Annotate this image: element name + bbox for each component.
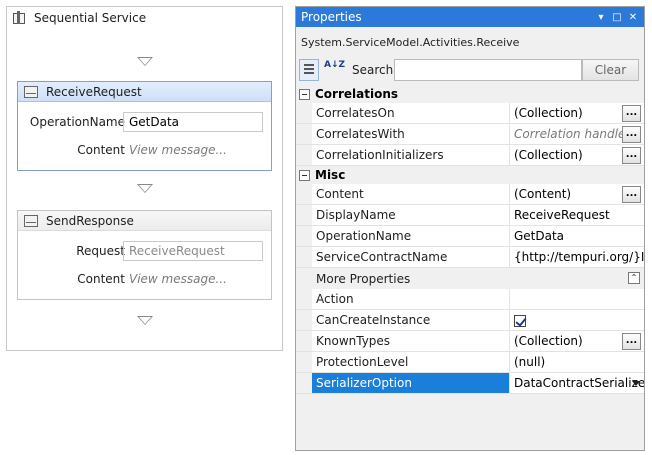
property-name: Content xyxy=(312,184,510,204)
property-row[interactable]: OperationName GetData xyxy=(296,226,644,247)
receive-activity[interactable]: ReceiveRequest OperationName GetData Con… xyxy=(17,81,272,171)
property-name: KnownTypes xyxy=(312,331,510,351)
property-value[interactable]: (null) xyxy=(510,352,644,372)
property-row[interactable]: ProtectionLevel (null) xyxy=(296,352,644,373)
property-name: OperationName xyxy=(312,226,510,246)
property-row[interactable]: KnownTypes (Collection) ... xyxy=(296,331,644,352)
property-row[interactable]: DisplayName ReceiveRequest xyxy=(296,205,644,226)
property-name: DisplayName xyxy=(312,205,510,225)
view-message-link[interactable]: View message... xyxy=(129,143,227,157)
property-name: SerializerOption xyxy=(312,373,510,393)
clear-button[interactable]: Clear xyxy=(582,59,639,81)
sequence-title: Sequential Service xyxy=(34,11,147,25)
drop-target-arrow[interactable] xyxy=(137,57,153,66)
category-label: Correlations xyxy=(315,87,399,101)
property-name: CorrelationInitializers xyxy=(312,145,510,165)
property-name: Action xyxy=(312,289,510,309)
property-row[interactable]: Content (Content) ... xyxy=(296,184,644,205)
request-input[interactable]: ReceiveRequest xyxy=(123,241,263,261)
collapse-up-icon[interactable]: ⌃ xyxy=(628,272,640,284)
send-activity[interactable]: SendResponse Request ReceiveRequest Cont… xyxy=(17,210,272,300)
categorized-view-icon[interactable] xyxy=(299,59,319,81)
operation-name-input[interactable]: GetData xyxy=(123,112,263,132)
property-row[interactable]: CorrelatesWith Correlation handle ... xyxy=(296,124,644,145)
envelope-icon xyxy=(24,214,38,227)
more-properties-header[interactable]: More Properties ⌃ xyxy=(296,268,644,289)
search-input[interactable] xyxy=(394,59,582,81)
property-row[interactable]: Action xyxy=(296,289,644,310)
property-row[interactable]: CorrelatesOn (Collection) ... xyxy=(296,103,644,124)
property-value[interactable] xyxy=(510,310,644,330)
drop-target-arrow[interactable] xyxy=(137,184,153,193)
chevron-down-icon[interactable] xyxy=(632,381,640,386)
property-name: ServiceContractName xyxy=(312,247,510,267)
send-activity-header[interactable]: SendResponse xyxy=(18,211,271,231)
property-name: CorrelatesOn xyxy=(312,103,510,123)
view-message-link[interactable]: View message... xyxy=(129,272,227,286)
category-label: Misc xyxy=(315,168,346,182)
workflow-designer[interactable]: Sequential Service ReceiveRequest Operat… xyxy=(6,6,283,351)
sequence-header[interactable]: Sequential Service xyxy=(7,7,282,29)
alphabetical-sort-icon[interactable]: A↓Z xyxy=(321,59,345,81)
property-value[interactable]: {http://tempuri.org/}IService xyxy=(510,247,644,267)
collapse-icon[interactable] xyxy=(299,169,310,181)
request-label: Request xyxy=(76,244,125,258)
property-row[interactable]: CanCreateInstance xyxy=(296,310,644,331)
property-row[interactable]: ServiceContractName {http://tempuri.org/… xyxy=(296,247,644,268)
properties-title: Properties xyxy=(301,10,362,24)
category-misc[interactable]: Misc xyxy=(296,166,644,184)
property-value[interactable] xyxy=(510,289,644,309)
ellipsis-button[interactable]: ... xyxy=(622,105,641,122)
drop-target-arrow[interactable] xyxy=(137,316,153,325)
ellipsis-button[interactable]: ... xyxy=(622,333,641,350)
ellipsis-button[interactable]: ... xyxy=(622,186,641,203)
send-activity-title: SendResponse xyxy=(46,213,134,228)
content-label: Content xyxy=(77,272,125,286)
properties-toolbar: A↓Z Search: Clear xyxy=(296,59,644,85)
search-label: Search: xyxy=(352,63,398,77)
receive-activity-title: ReceiveRequest xyxy=(46,84,142,99)
property-value[interactable]: GetData xyxy=(510,226,644,246)
more-properties-label: More Properties xyxy=(316,271,411,286)
content-label: Content xyxy=(77,143,125,157)
properties-title-bar[interactable]: Properties ▾ □ ✕ xyxy=(296,7,644,27)
property-name: ProtectionLevel xyxy=(312,352,510,372)
sequence-icon xyxy=(12,11,26,25)
property-value[interactable]: ReceiveRequest xyxy=(510,205,644,225)
property-name: CorrelatesWith xyxy=(312,124,510,144)
can-create-instance-checkbox[interactable] xyxy=(514,315,526,327)
collapse-icon[interactable] xyxy=(299,88,310,100)
property-row-selected[interactable]: SerializerOption DataContractSerializer xyxy=(296,373,644,394)
receive-activity-header[interactable]: ReceiveRequest xyxy=(18,82,271,102)
selected-object-type: System.ServiceModel.Activities.Receive xyxy=(301,36,520,49)
operation-name-label: OperationName xyxy=(29,115,125,129)
property-row[interactable]: CorrelationInitializers (Collection) ... xyxy=(296,145,644,166)
category-correlations[interactable]: Correlations xyxy=(296,85,644,103)
property-name: CanCreateInstance xyxy=(312,310,510,330)
maximize-icon[interactable]: □ xyxy=(612,12,622,23)
property-value-dropdown[interactable]: DataContractSerializer xyxy=(510,373,644,393)
envelope-icon xyxy=(24,85,38,98)
ellipsis-button[interactable]: ... xyxy=(622,126,641,143)
property-grid: Correlations CorrelatesOn (Collection) .… xyxy=(296,85,644,394)
ellipsis-button[interactable]: ... xyxy=(622,147,641,164)
dropdown-icon[interactable]: ▾ xyxy=(596,12,606,23)
close-icon[interactable]: ✕ xyxy=(628,12,638,23)
properties-window: Properties ▾ □ ✕ System.ServiceModel.Act… xyxy=(295,6,645,451)
